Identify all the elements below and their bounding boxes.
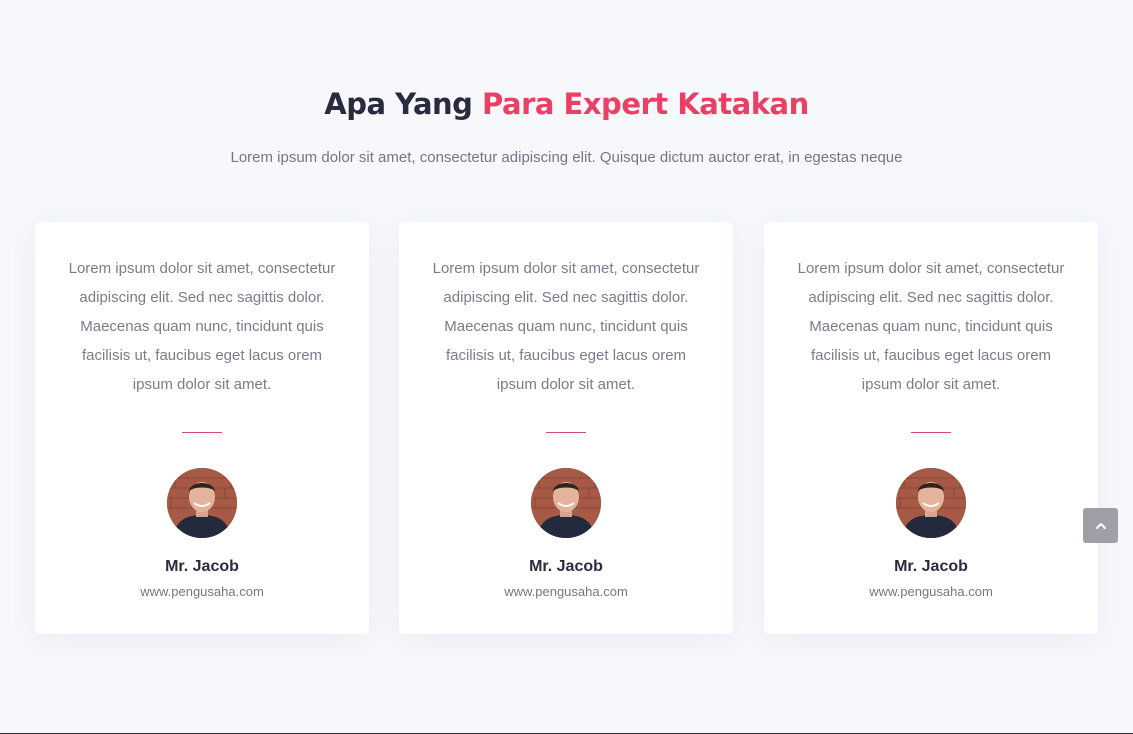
testimonial-divider — [546, 432, 586, 433]
avatar — [896, 468, 966, 538]
testimonial-divider — [182, 432, 222, 433]
person-avatar-icon — [896, 468, 966, 538]
testimonial-quote: Lorem ipsum dolor sit amet, consectetur … — [797, 260, 1065, 393]
testimonial-website: www.pengusaha.com — [869, 584, 993, 599]
testimonial-website: www.pengusaha.com — [140, 584, 264, 599]
testimonial-website: www.pengusaha.com — [504, 584, 628, 599]
testimonial-card: Lorem ipsum dolor sit amet, consectetur … — [399, 222, 733, 634]
testimonials-section: Apa Yang Para Expert Katakan Lorem ipsum… — [0, 0, 1133, 733]
person-avatar-icon — [167, 468, 237, 538]
avatar — [167, 468, 237, 538]
testimonial-card: Lorem ipsum dolor sit amet, consectetur … — [35, 222, 369, 634]
avatar — [531, 468, 601, 538]
section-title-accent: Para Expert Katakan — [482, 87, 809, 121]
testimonial-name: Mr. Jacob — [529, 558, 603, 575]
testimonial-card: Lorem ipsum dolor sit amet, consectetur … — [764, 222, 1098, 634]
testimonial-name: Mr. Jacob — [894, 558, 968, 575]
testimonial-quote: Lorem ipsum dolor sit amet, consectetur … — [68, 260, 336, 393]
testimonial-name: Mr. Jacob — [165, 558, 239, 575]
section-title-part1: Apa Yang — [324, 87, 483, 121]
person-avatar-icon — [531, 468, 601, 538]
section-subtitle: Lorem ipsum dolor sit amet, consectetur … — [230, 149, 903, 166]
section-title: Apa Yang Para Expert Katakan — [0, 84, 1133, 124]
chevron-up-icon — [1095, 522, 1106, 529]
testimonial-quote: Lorem ipsum dolor sit amet, consectetur … — [432, 260, 700, 393]
testimonial-divider — [911, 432, 951, 433]
scroll-to-top-button[interactable] — [1083, 508, 1118, 543]
